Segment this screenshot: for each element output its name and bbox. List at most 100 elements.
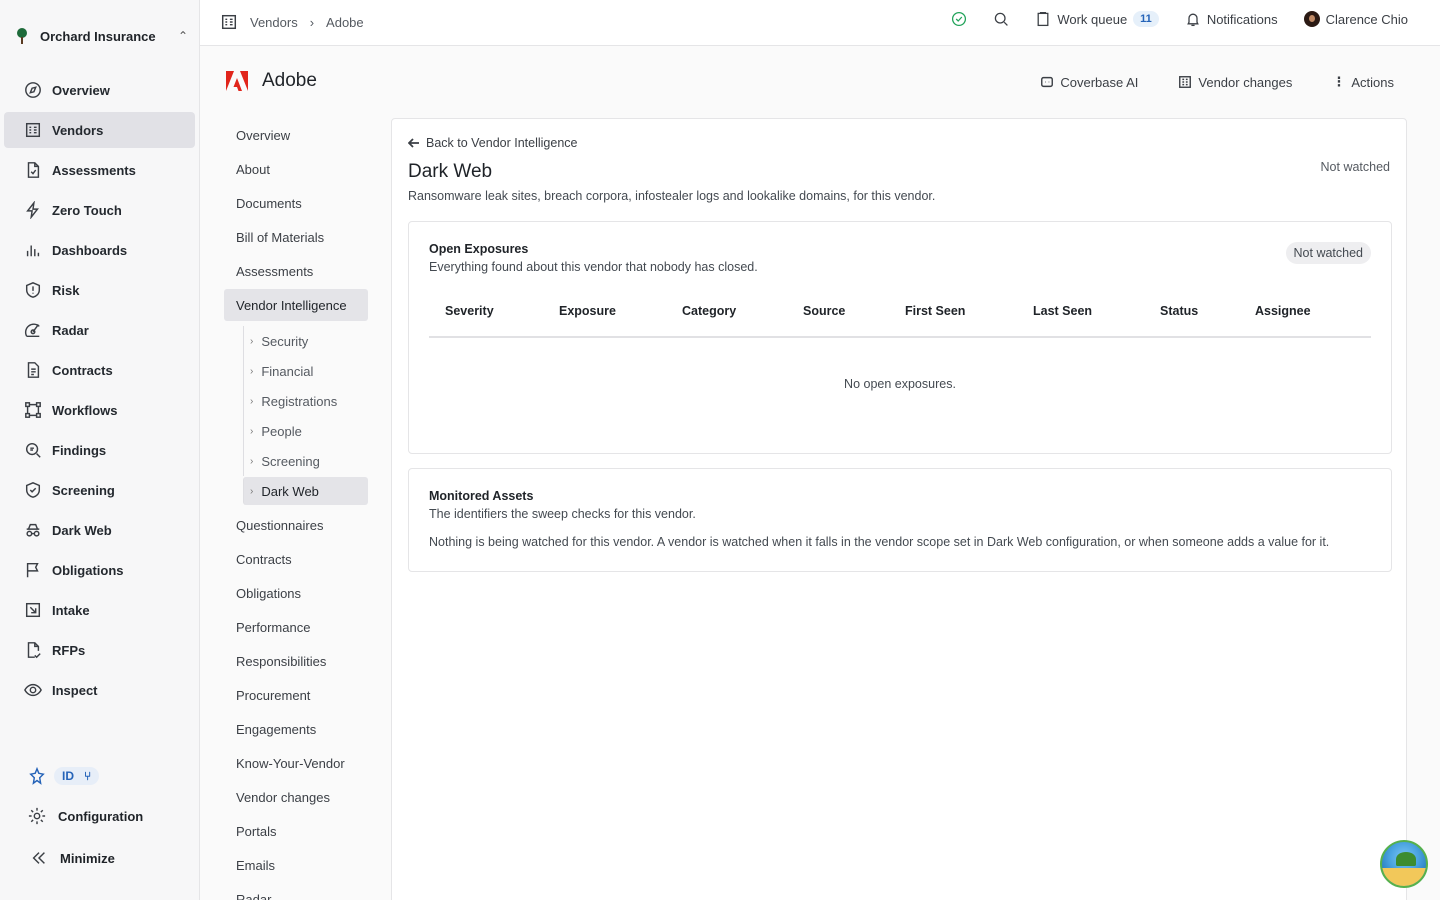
subnav-radar[interactable]: Radar [224,882,368,900]
subnav-bill-of-materials[interactable]: Bill of Materials [224,220,368,254]
subnav-overview[interactable]: Overview [224,118,368,152]
subnav-know-your-vendor[interactable]: Know-Your-Vendor [224,746,368,780]
subnav-engagements[interactable]: Engagements [224,712,368,746]
chat-ai-icon [1041,76,1054,88]
card-title: Open Exposures [429,242,529,256]
subnav-child-security[interactable]: › Security [243,326,368,356]
sidebar-item-inspect[interactable]: Inspect [4,672,195,708]
column-header-exposure[interactable]: Exposure [559,304,616,318]
monitored-assets-card: Monitored Assets The identifiers the swe… [408,468,1392,572]
document-icon [27,362,40,378]
sidebar-item-label: Radar [52,322,89,338]
sidebar-item-label: Inspect [52,682,98,698]
search-button[interactable] [993,11,1009,27]
sidebar-item-zero-touch[interactable]: Zero Touch [4,192,195,228]
sidebar-item-label: Dashboards [52,242,128,258]
actions-menu-button[interactable]: ⋮ Actions [1332,74,1394,90]
actions-label: Actions [1351,74,1394,90]
vendor-header: Adobe [226,70,317,92]
subnav-child-label: Financial [261,363,314,379]
subnav-emails[interactable]: Emails [224,848,368,882]
sidebar-item-overview[interactable]: Overview [4,72,195,108]
file-signature-icon [27,642,41,659]
org-switcher[interactable]: Orchard Insurance ⌃ [12,24,188,48]
topbar: Vendors › Adobe Work queue 11 Notificati… [200,0,1440,46]
subnav-portals[interactable]: Portals [224,814,368,848]
page-description: Ransomware leak sites, breach corpora, i… [408,189,936,203]
sidebar-item-intake[interactable]: Intake [4,592,195,628]
subnav-child-label: Screening [261,453,320,469]
subnav-child-registrations[interactable]: › Registrations [243,386,368,416]
status-check-button[interactable] [951,11,967,27]
sidebar-item-rfps[interactable]: RFPs [4,632,195,668]
sidebar-item-obligations[interactable]: Obligations [4,552,195,588]
sidebar-item-radar[interactable]: Radar [4,312,195,348]
column-header-first-seen[interactable]: First Seen [905,304,965,318]
chevron-right-icon: › [250,335,254,347]
subnav-obligations[interactable]: Obligations [224,576,368,610]
id-badge[interactable]: ID ⑂ [54,767,100,785]
user-menu[interactable]: Clarence Chio [1303,11,1408,27]
watch-status: Not watched [1320,160,1390,174]
column-header-assignee[interactable]: Assignee [1255,304,1311,318]
coverbase-ai-button[interactable]: Coverbase AI [1040,74,1138,90]
back-link[interactable]: Back to Vendor Intelligence [408,136,578,150]
notifications-button[interactable]: Notifications [1185,11,1278,27]
sidebar-item-dark-web[interactable]: Dark Web [4,512,195,548]
subnav-contracts[interactable]: Contracts [224,542,368,576]
breadcrumb-vendors[interactable]: Vendors [250,15,298,30]
sparkle-pin-icon[interactable] [28,767,46,785]
assistant-fab-button[interactable] [1380,840,1428,888]
building-icon [25,122,41,138]
column-header-last-seen[interactable]: Last Seen [1033,304,1092,318]
configuration-label: Configuration [58,808,144,824]
sidebar-item-label: Obligations [52,562,124,578]
subnav-questionnaires[interactable]: Questionnaires [224,508,368,542]
column-header-category[interactable]: Category [682,304,736,318]
subnav-child-screening[interactable]: › Screening [243,446,368,476]
subnav-about[interactable]: About [224,152,368,186]
sidebar: Orchard Insurance ⌃ Overview Vendors Ass… [0,0,200,900]
vendor-changes-button[interactable]: Vendor changes [1178,74,1292,90]
column-header-severity[interactable]: Severity [445,304,494,318]
sidebar-item-dashboards[interactable]: Dashboards [4,232,195,268]
sidebar-item-contracts[interactable]: Contracts [4,352,195,388]
avatar [1303,11,1320,27]
sidebar-item-risk[interactable]: Risk [4,272,195,308]
subnav-child-label: Dark Web [261,483,319,499]
sidebar-item-workflows[interactable]: Workflows [4,392,195,428]
subnav-documents[interactable]: Documents [224,186,368,220]
sidebar-item-screening[interactable]: Screening [4,472,195,508]
column-header-source[interactable]: Source [803,304,845,318]
back-link-label: Back to Vendor Intelligence [426,136,578,150]
subnav-procurement[interactable]: Procurement [224,678,368,712]
subnav-child-label: People [261,423,302,439]
sidebar-item-assessments[interactable]: Assessments [4,152,195,188]
subnav-child-people[interactable]: › People [243,416,368,446]
minimize-button[interactable]: Minimize [4,842,195,874]
check-circle-icon [952,11,967,27]
breadcrumb-adobe[interactable]: Adobe [326,15,364,30]
card-subtitle: The identifiers the sweep checks for thi… [429,507,696,521]
sidebar-item-label: Intake [52,602,90,618]
configuration-button[interactable]: Configuration [4,800,195,832]
subnav-vendor-intelligence[interactable]: Vendor Intelligence [224,289,368,321]
sidebar-item-label: Zero Touch [52,202,122,218]
subnav-child-financial[interactable]: › Financial [243,356,368,386]
lightning-icon [26,201,39,219]
sidebar-item-label: Risk [52,282,80,298]
subnav-responsibilities[interactable]: Responsibilities [224,644,368,678]
subnav-child-dark-web[interactable]: › Dark Web [243,477,368,505]
subnav-performance[interactable]: Performance [224,610,368,644]
subnav-assessments[interactable]: Assessments [224,254,368,288]
chevron-updown-icon: ⌃ [177,29,188,43]
tree-logo-icon [12,26,32,46]
work-queue-button[interactable]: Work queue 11 [1035,11,1159,27]
file-check-icon [27,162,40,178]
sidebar-item-vendors[interactable]: Vendors [4,112,195,148]
column-header-status[interactable]: Status [1160,304,1198,318]
exposures-table-header: Severity Exposure Category Source First … [429,302,1371,338]
subnav-vendor-changes[interactable]: Vendor changes [224,780,368,814]
dark-web-panel: Back to Vendor Intelligence Dark Web Not… [391,118,1407,900]
sidebar-item-findings[interactable]: Findings [4,432,195,468]
